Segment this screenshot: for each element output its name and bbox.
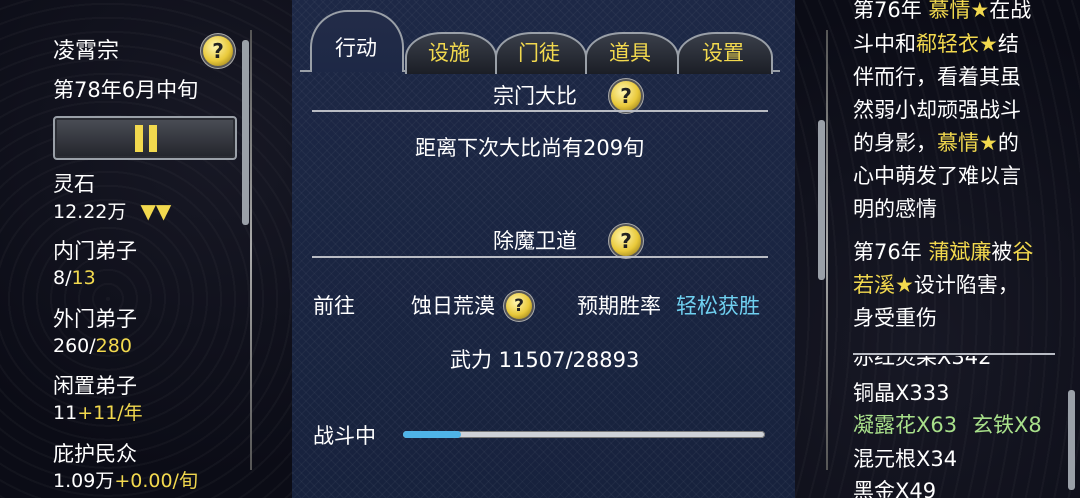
tournament-divider [312,110,768,112]
tab-settings[interactable]: 设置 [677,35,769,71]
win-rate-value: 轻松获胜 [676,294,760,318]
inner-disciples-count: 8/ [53,267,72,289]
log-text: 结 [997,32,1019,56]
inventory-item[interactable]: 玄铁X8 [972,411,1042,439]
log-text: 被 [991,240,1013,264]
log-line-8: 第76年 蒲斌廉被谷 [853,238,1033,266]
log-text: 第76年 [853,0,929,22]
log-line-10: 身受重伤 [853,306,937,330]
left-scrollbar[interactable] [242,40,249,225]
stat-label-outer-disciples: 外门弟子 [53,307,137,331]
mission-divider [312,256,768,258]
mission-help-icon[interactable]: ? [611,226,641,256]
pause-button[interactable] [53,116,237,160]
inner-disciples-max: 13 [71,267,96,289]
character-link[interactable]: 慕情★ [928,0,989,22]
log-text: 斗中和 [853,32,916,56]
tab-actions[interactable]: 行动 [318,30,394,66]
date-label: 第78年6月中旬 [53,78,199,102]
log-text: 的身影， [853,131,937,155]
spirit-stone-value: 12.22万 [53,201,127,223]
log-scrollbar[interactable] [818,120,825,280]
log-line-4: 然弱小却顽强战斗 [853,98,1021,122]
inventory-item[interactable]: 混元根X34 [853,445,957,473]
character-link[interactable]: 蒲斌廉 [928,240,991,264]
pause-icon [135,125,143,152]
tab-facilities[interactable]: 设施 [405,35,493,71]
log-text: 在战 [989,0,1032,22]
log-text: 的 [997,131,1019,155]
outer-disciples-max: 280 [95,335,132,357]
sect-name: 凌霄宗 [53,39,120,64]
tab-items[interactable]: 道具 [585,35,675,71]
inventory-item[interactable]: 凝露花X63 [853,411,957,439]
sect-help-icon[interactable]: ? [203,36,233,66]
log-line-5: 的身影，慕情★的 [853,129,1019,157]
stat-value-outer-disciples: 260/280 [53,332,132,360]
location-help-icon[interactable]: ? [506,293,532,319]
tab-disciples[interactable]: 门徒 [495,35,583,71]
character-link[interactable]: 郗轻衣★ [916,32,998,56]
log-line-3: 伴而行，看着其虽 [853,65,1021,89]
outer-disciples-count: 260/ [53,335,96,357]
character-link[interactable]: 慕情★ [937,131,998,155]
log-line-6: 心中萌发了难以言 [853,164,1021,188]
mission-title: 除魔卫道 [493,229,577,253]
character-link[interactable]: 谷 [1012,240,1033,264]
trend-down-icon: ▼▼ [140,199,172,223]
stat-label-spirit-stone: 灵石 [53,172,95,196]
log-text: 设计陷害， [913,273,1019,297]
log-line-2: 斗中和郗轻衣★结 [853,30,1019,58]
go-button[interactable]: 前往 [313,292,355,320]
log-inventory-divider [853,353,1055,355]
stat-label-inner-disciples: 内门弟子 [53,239,137,263]
stat-value-spirit-stone: 12.22万 ▼▼ [53,197,171,226]
log-line-9: 若溪★设计陷害， [853,271,1019,299]
tournament-countdown: 距离下次大比尚有209旬 [415,136,645,160]
log-line-1: 第76年 慕情★在战 [853,0,1031,24]
mission-location[interactable]: 蚀日荒漠 [411,292,495,320]
stat-value-inner-disciples: 8/13 [53,264,96,292]
win-rate-label: 预期胜率 [577,294,661,318]
log-line-7: 明的感情 [853,197,937,221]
inventory-item[interactable]: 铜晶X333 [853,379,949,407]
pause-icon-bar [149,125,157,152]
log-text: 第76年 [853,240,929,264]
tournament-help-icon[interactable]: ? [611,81,641,111]
inventory-item[interactable]: 黑金X49 [853,477,936,498]
character-link[interactable]: 若溪★ [853,273,914,297]
tournament-title: 宗门大比 [493,84,577,108]
